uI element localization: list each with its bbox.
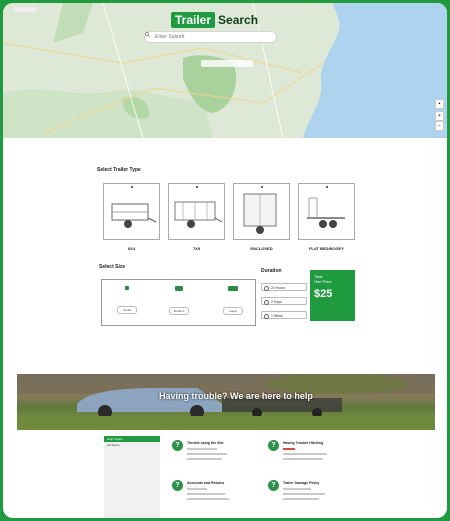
help-topic-title: Accounts and Returns bbox=[187, 481, 225, 485]
trailer-7x5-image bbox=[174, 201, 223, 228]
brand-logo: Trailer Search bbox=[171, 11, 258, 29]
radio-icon bbox=[264, 299, 269, 305]
search-input[interactable] bbox=[155, 34, 265, 40]
help-question-icon: ? bbox=[172, 440, 183, 451]
duration-label: 1 Week bbox=[271, 314, 283, 318]
size-option-large[interactable]: Large bbox=[218, 286, 248, 315]
help-sidebar-item[interactable]: All Topics bbox=[104, 442, 160, 449]
brand-part2: Search bbox=[218, 13, 259, 27]
map[interactable]: Trailer Search ▪ + − bbox=[3, 3, 447, 138]
help-topic-title: Trouble using the Site bbox=[187, 441, 224, 445]
trailer-medium-icon bbox=[175, 286, 183, 291]
radio-dot bbox=[261, 186, 263, 188]
radio-dot bbox=[196, 186, 198, 188]
size-button[interactable]: Small bbox=[117, 306, 137, 314]
radio-icon bbox=[264, 313, 269, 319]
radio-dot bbox=[326, 186, 328, 188]
help-topic-text bbox=[283, 448, 333, 463]
banner-text: Having trouble? We are here to help bbox=[159, 391, 313, 401]
browser-frame: Trailer Search ▪ + − Select Trailer Type bbox=[3, 3, 447, 518]
trailer-type-title: Select Trailer Type bbox=[97, 167, 141, 173]
trailer-type-flatbed[interactable]: FLAT BED/BOGEY bbox=[298, 183, 355, 251]
help-sidebar: Help Topics All Topics bbox=[104, 436, 160, 518]
trailer-small-icon bbox=[125, 286, 129, 290]
radio-icon bbox=[264, 285, 269, 291]
map-location-chip bbox=[201, 60, 253, 67]
trailer-type-label: FLAT BED/BOGEY bbox=[308, 246, 345, 251]
size-option-medium[interactable]: Medium bbox=[164, 286, 194, 315]
brand-part1: Trailer bbox=[171, 12, 216, 28]
help-question-icon: ? bbox=[268, 480, 279, 491]
size-title: Select Size bbox=[99, 264, 126, 270]
size-button[interactable]: Medium bbox=[169, 307, 189, 315]
trailer-6x4-image bbox=[111, 203, 157, 228]
trailer-image-box bbox=[103, 183, 160, 240]
map-zoom-in-button[interactable]: + bbox=[435, 111, 444, 121]
map-fullscreen-button[interactable]: ▪ bbox=[435, 99, 444, 109]
size-option-small[interactable]: Small bbox=[112, 286, 142, 314]
trailer-type-7x5[interactable]: 7X5 bbox=[168, 183, 225, 251]
trailer-type-6x4[interactable]: 6X4 bbox=[103, 183, 160, 251]
price-amount: $25 bbox=[314, 288, 333, 300]
radio-dot bbox=[131, 186, 133, 188]
duration-option[interactable]: 1 Week bbox=[261, 311, 307, 319]
banner-car-image bbox=[17, 374, 435, 430]
trailer-image-box bbox=[168, 183, 225, 240]
duration-label: 2 Days bbox=[271, 300, 282, 304]
duration-option[interactable]: 24 Hours bbox=[261, 283, 307, 291]
help-topic-title: Having Trouble Hitching bbox=[283, 441, 324, 445]
trailer-type-label: 7X5 bbox=[192, 246, 201, 251]
top-left-pill bbox=[13, 7, 37, 12]
search-icon bbox=[145, 32, 150, 37]
size-selector: Small Medium Large bbox=[101, 279, 256, 326]
trailer-type-enclosed[interactable]: ENCLOSED bbox=[233, 183, 290, 251]
trailer-flatbed-image bbox=[307, 197, 345, 228]
help-question-icon: ? bbox=[268, 440, 279, 451]
help-question-icon: ? bbox=[172, 480, 183, 491]
price-line2: Hire Price bbox=[314, 279, 332, 284]
trailer-image-box bbox=[233, 183, 290, 240]
trailer-type-label: 6X4 bbox=[127, 246, 136, 251]
trailer-enclosed-image bbox=[243, 193, 277, 234]
duration-title: Duration bbox=[261, 268, 282, 274]
trailer-large-icon bbox=[228, 286, 238, 291]
help-banner: Having trouble? We are here to help bbox=[17, 374, 435, 430]
help-topic-text bbox=[283, 488, 333, 503]
help-topic-title: Trailer Damage Policy bbox=[283, 481, 320, 485]
map-zoom-out-button[interactable]: − bbox=[435, 121, 444, 131]
trailer-image-box bbox=[298, 183, 355, 240]
trailer-type-label: ENCLOSED bbox=[250, 246, 273, 251]
help-topic-text bbox=[187, 448, 237, 463]
price-box: Total Hire Price $25 bbox=[310, 270, 355, 321]
size-button[interactable]: Large bbox=[223, 307, 243, 315]
duration-label: 24 Hours bbox=[271, 286, 286, 290]
search-bar[interactable] bbox=[144, 31, 277, 43]
help-topic-text bbox=[187, 488, 237, 503]
duration-option[interactable]: 2 Days bbox=[261, 297, 307, 305]
